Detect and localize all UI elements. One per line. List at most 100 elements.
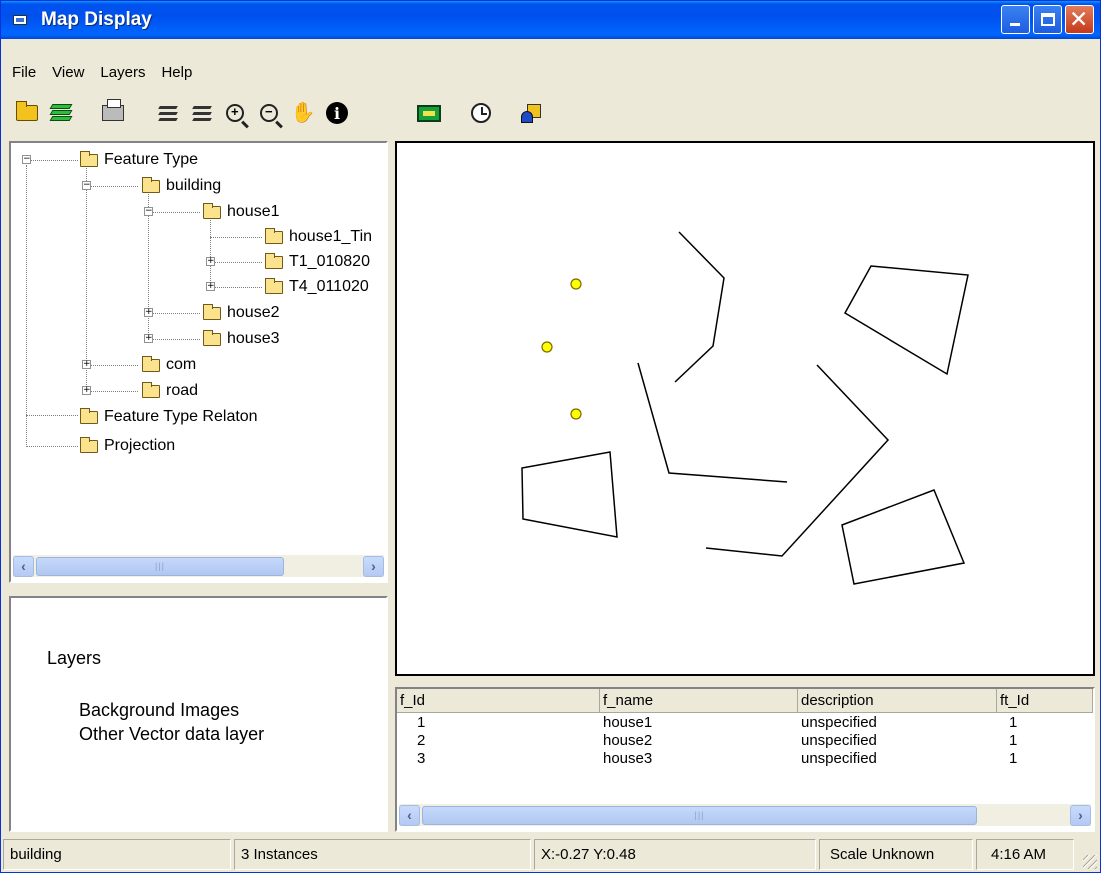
point-marker xyxy=(570,278,582,290)
tree-node-house2[interactable]: house2 xyxy=(203,302,280,324)
info-icon: i xyxy=(326,102,348,124)
cell-f-name: house2 xyxy=(603,732,653,749)
column-header-f-id[interactable]: f_Id xyxy=(397,689,600,713)
zoom-out-button[interactable]: − xyxy=(253,97,285,129)
folder-icon xyxy=(142,381,160,398)
folder-icon xyxy=(265,277,283,294)
tree-node-road[interactable]: road xyxy=(142,380,198,402)
tree-node-label: Projection xyxy=(104,437,176,454)
cell-description: unspecified xyxy=(801,732,877,749)
building-polygon xyxy=(843,265,969,376)
title-bar[interactable]: Map Display ✕ xyxy=(1,1,1100,39)
add-layer-button[interactable] xyxy=(151,97,183,129)
status-feature: building xyxy=(3,839,231,870)
column-header-ft-id[interactable]: ft_Id xyxy=(997,689,1093,713)
map-canvas[interactable] xyxy=(395,141,1095,676)
column-header-f-name[interactable]: f_name xyxy=(600,689,798,713)
shapes-icon xyxy=(519,102,543,124)
menu-file[interactable]: File xyxy=(4,64,44,81)
status-time: 4:16 AM xyxy=(976,839,1074,870)
folder-icon xyxy=(265,227,283,244)
window-controls: ✕ xyxy=(1001,5,1094,34)
collapse-feature-type-icon[interactable]: − xyxy=(22,155,31,164)
time-button[interactable] xyxy=(465,97,497,129)
layer-other-vector-data[interactable]: Other Vector data layer xyxy=(79,724,264,745)
column-header-description[interactable]: description xyxy=(798,689,997,713)
scroll-right-icon[interactable]: › xyxy=(363,555,384,577)
tree-hscrollbar[interactable]: ‹ ||| › xyxy=(13,555,384,577)
tree-node-feature-type-relaton[interactable]: Feature Type Relaton xyxy=(80,406,258,428)
road-line xyxy=(637,362,788,483)
scroll-thumb[interactable]: ||| xyxy=(36,556,284,576)
tree-node-projection[interactable]: Projection xyxy=(80,435,175,457)
expand-house3-icon[interactable]: + xyxy=(144,334,153,343)
tree-node-t4[interactable]: T4_011020 xyxy=(265,276,369,298)
tree-node-label: road xyxy=(166,382,199,399)
print-button[interactable] xyxy=(97,97,129,129)
table-hscrollbar[interactable]: ‹ ||| › xyxy=(399,804,1091,826)
resize-grip-icon[interactable] xyxy=(1083,855,1097,869)
expand-road-icon[interactable]: + xyxy=(82,386,91,395)
status-instances: 3 Instances xyxy=(234,839,531,870)
scroll-left-icon[interactable]: ‹ xyxy=(399,804,420,826)
zoom-in-icon: + xyxy=(226,104,244,122)
close-button[interactable]: ✕ xyxy=(1065,5,1094,34)
tree-node-t1[interactable]: T1_010820 xyxy=(265,251,370,273)
status-coordinates: X:-0.27 Y:0.48 xyxy=(534,839,816,870)
folder-icon xyxy=(80,150,98,167)
road-line xyxy=(705,364,890,557)
tree-node-house1[interactable]: house1 xyxy=(203,201,280,223)
minimize-icon xyxy=(1010,23,1020,26)
table-row[interactable]: 2 house2 unspecified 1 xyxy=(397,732,1093,750)
feature-tree[interactable]: − − − + + + + + + Feature Type building … xyxy=(9,141,388,583)
tree-node-house3[interactable]: house3 xyxy=(203,328,280,350)
tree-node-label: com xyxy=(166,356,197,373)
tree-node-building[interactable]: building xyxy=(142,175,221,197)
collapse-house1-icon[interactable]: − xyxy=(144,207,153,216)
table-row[interactable]: 1 house1 unspecified 1 xyxy=(397,714,1093,732)
expand-t1-icon[interactable]: + xyxy=(206,257,215,266)
cell-ft-id: 1 xyxy=(1009,732,1018,749)
remove-layer-button[interactable] xyxy=(185,97,217,129)
scroll-left-icon[interactable]: ‹ xyxy=(13,555,34,577)
tree-node-label: T1_010820 xyxy=(289,253,370,270)
expand-house2-icon[interactable]: + xyxy=(144,308,153,317)
label-icon xyxy=(417,104,441,122)
info-button[interactable]: i xyxy=(321,97,353,129)
zoom-in-button[interactable]: + xyxy=(219,97,251,129)
minimize-button[interactable] xyxy=(1001,5,1030,34)
app-window: Map Display ✕ File View Layers Help + − … xyxy=(0,0,1101,873)
menu-help[interactable]: Help xyxy=(153,64,200,81)
building-polygon xyxy=(521,451,618,538)
attribute-table[interactable]: f_Id f_name description ft_Id 1 house1 u… xyxy=(395,687,1095,832)
table-row[interactable]: 3 house3 unspecified 1 xyxy=(397,750,1093,768)
label-button[interactable] xyxy=(413,97,445,129)
tree-node-house1-tin[interactable]: house1_Tin xyxy=(265,226,372,248)
scroll-thumb[interactable]: ||| xyxy=(422,805,977,825)
folder-icon xyxy=(80,436,98,453)
cell-f-id: 2 xyxy=(417,732,426,749)
layers-button[interactable] xyxy=(45,97,77,129)
cell-description: unspecified xyxy=(801,714,877,731)
folder-icon xyxy=(203,329,221,346)
menu-bar: File View Layers Help xyxy=(1,39,1100,89)
scroll-right-icon[interactable]: › xyxy=(1070,804,1091,826)
layers-title: Layers xyxy=(47,648,102,668)
shapes-button[interactable] xyxy=(515,97,547,129)
tree-node-com[interactable]: com xyxy=(142,354,196,376)
pan-button[interactable]: ✋ xyxy=(287,97,319,129)
layer-background-images[interactable]: Background Images xyxy=(79,700,239,721)
tree-node-feature-type[interactable]: Feature Type xyxy=(80,149,198,171)
menu-view[interactable]: View xyxy=(44,64,92,81)
collapse-building-icon[interactable]: − xyxy=(82,181,91,190)
tree-node-label: T4_011020 xyxy=(289,278,369,295)
menu-layers[interactable]: Layers xyxy=(92,64,153,81)
status-bar: building 3 Instances X:-0.27 Y:0.48 Scal… xyxy=(1,836,1100,872)
expand-com-icon[interactable]: + xyxy=(82,360,91,369)
cell-description: unspecified xyxy=(801,750,877,767)
map-drawing[interactable] xyxy=(397,143,1093,674)
expand-t4-icon[interactable]: + xyxy=(206,282,215,291)
app-icon xyxy=(13,13,31,27)
maximize-button[interactable] xyxy=(1033,5,1062,34)
open-button[interactable] xyxy=(11,97,43,129)
